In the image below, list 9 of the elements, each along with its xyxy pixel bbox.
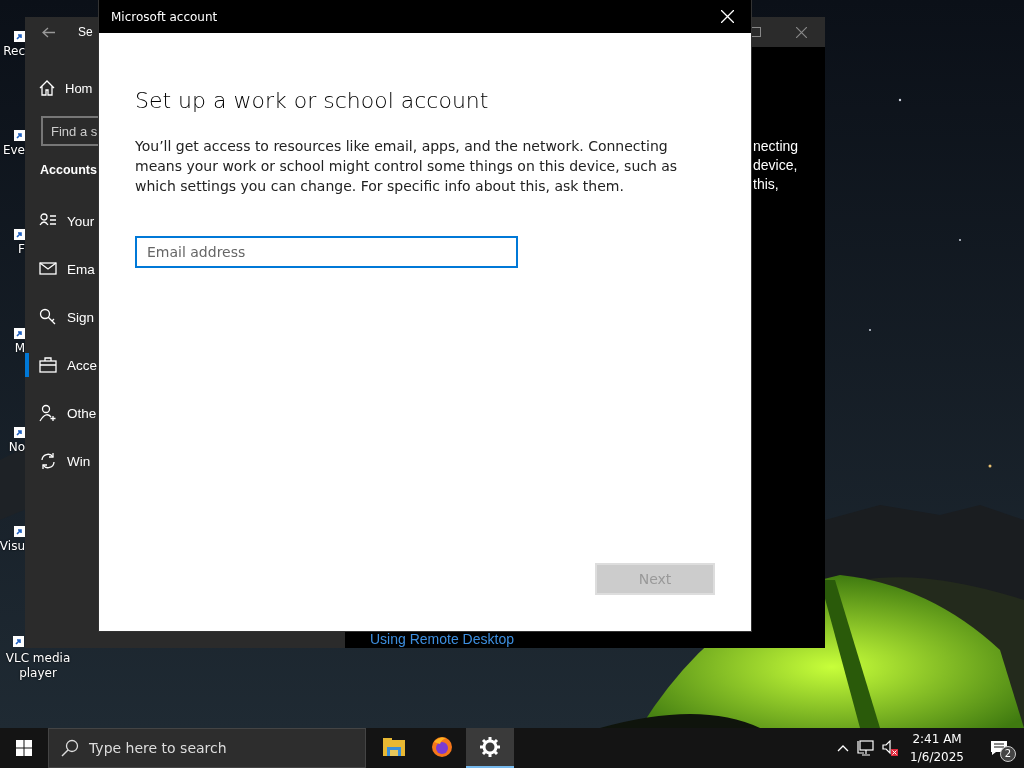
notification-count: 2 (1000, 746, 1016, 762)
dialog-title: Microsoft account (111, 9, 219, 24)
dialog-heading: Set up a work or school account (135, 87, 490, 115)
section-heading: Accounts (40, 163, 97, 177)
description-text: You’ll get access to resources like email, apps, and the network. Connecting means your work or school might control some things on this device, such as which settings you can change. For specific info about this, ask them. (135, 137, 679, 196)
window-title: Se (78, 25, 93, 39)
body-text: necting (753, 137, 799, 156)
body-text: device, (753, 156, 798, 175)
body-text: this, (753, 175, 779, 194)
